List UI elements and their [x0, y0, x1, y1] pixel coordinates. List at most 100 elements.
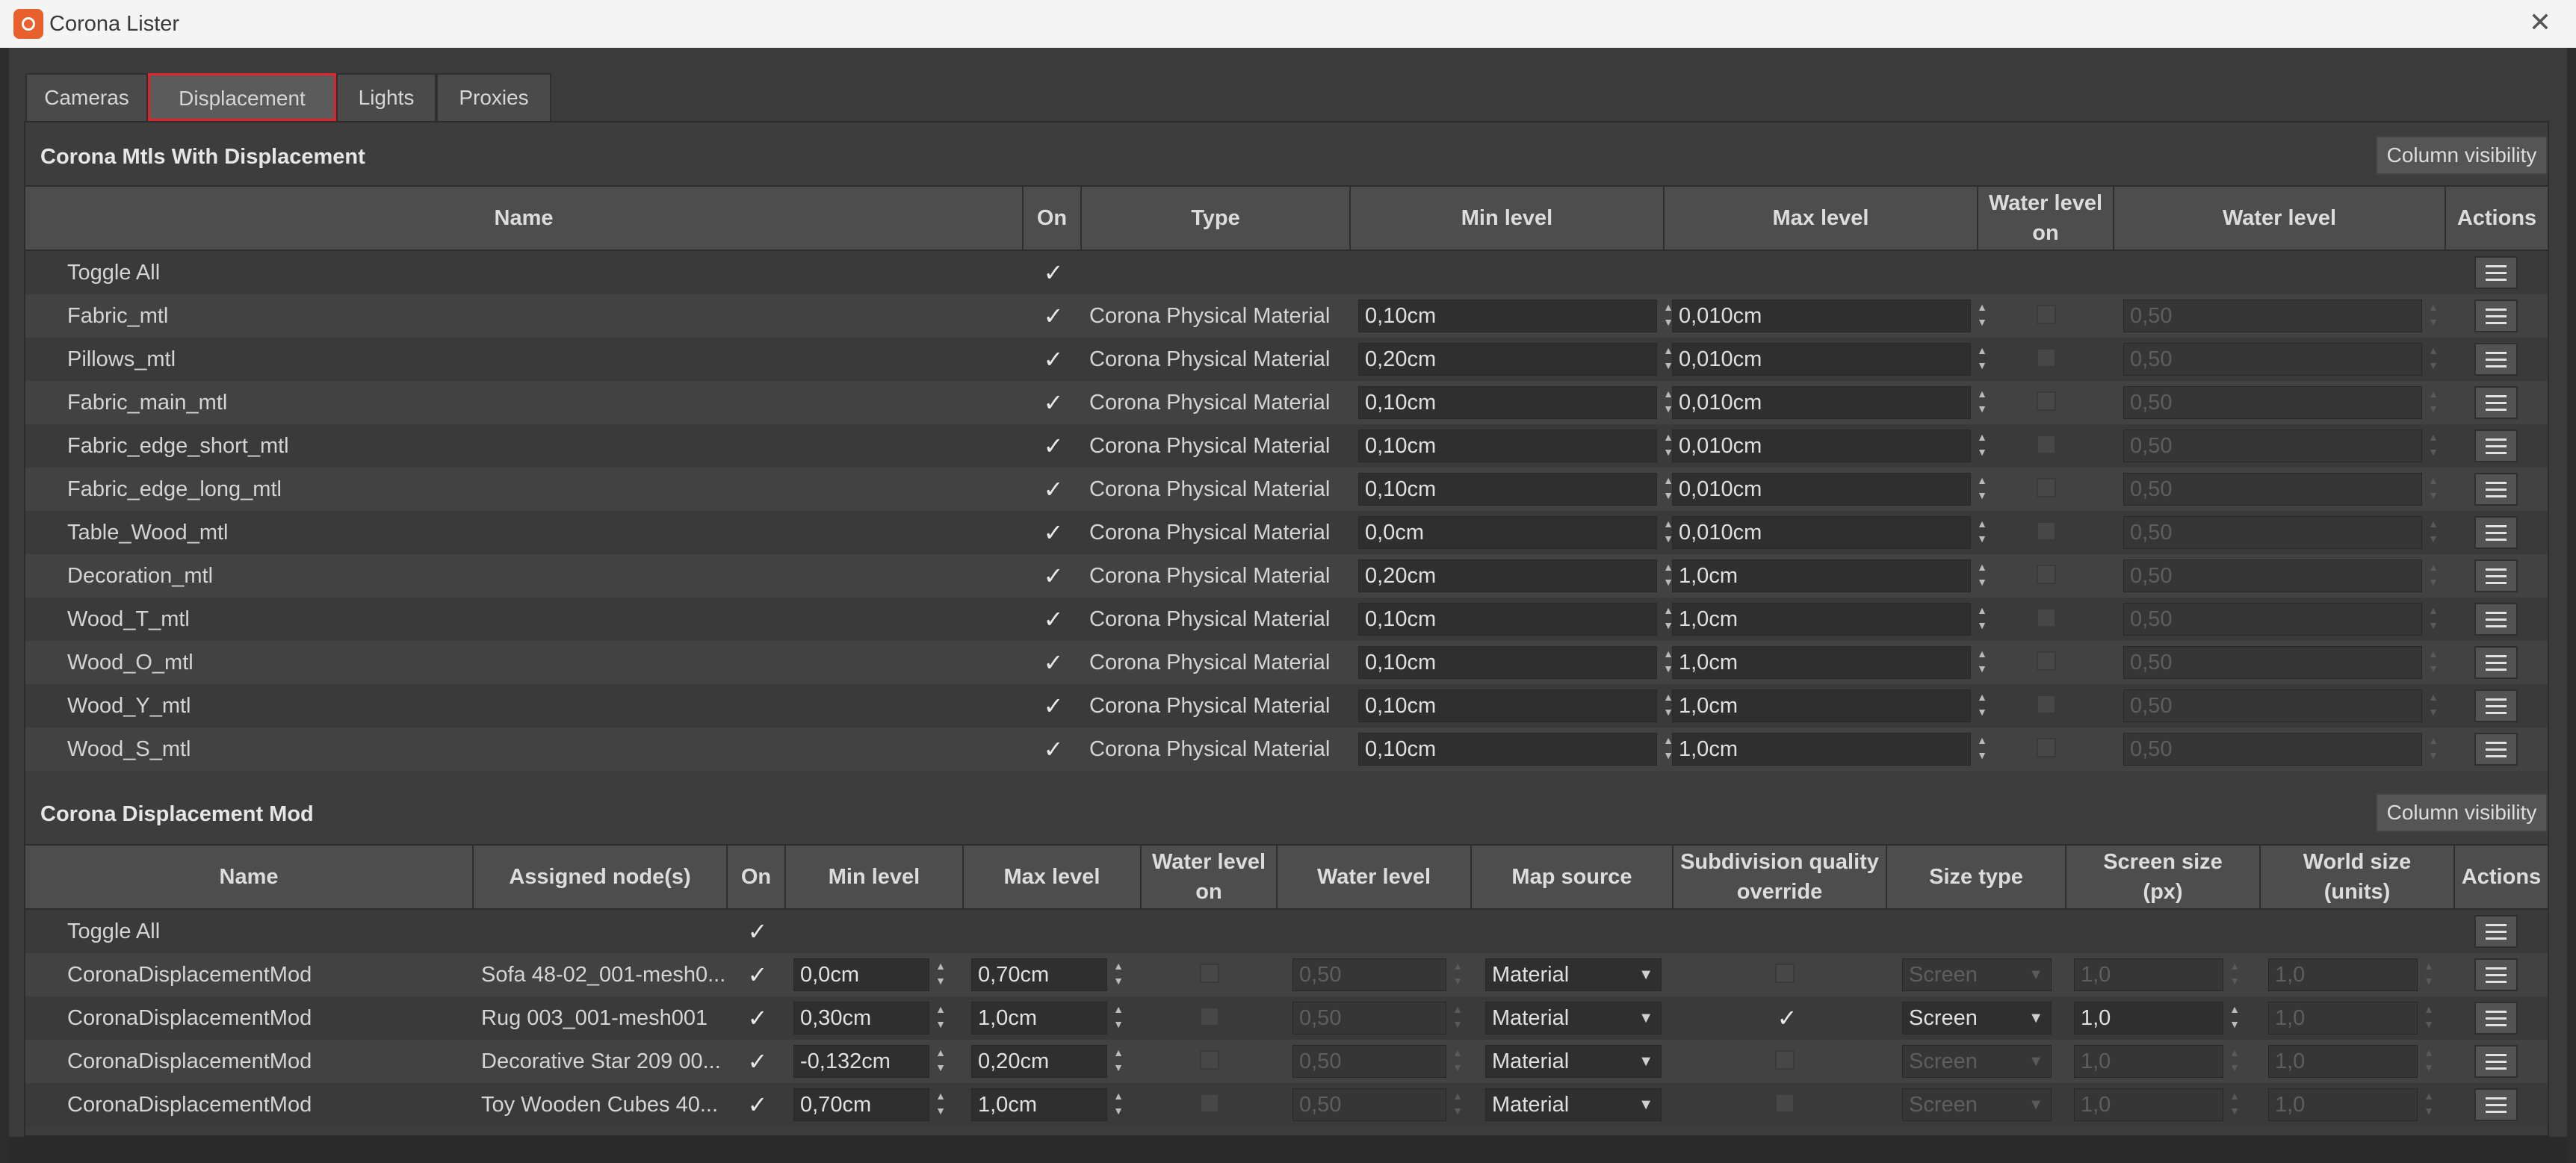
- map-source-select[interactable]: Material ▼: [1485, 1045, 1662, 1078]
- on-checkbox[interactable]: ✓: [1038, 684, 1068, 728]
- min-level-input[interactable]: 0,10cm: [1358, 646, 1657, 679]
- spinner-arrows-icon[interactable]: ▲ ▼: [1972, 429, 1992, 462]
- actions-menu-button[interactable]: [2474, 429, 2518, 462]
- spinner-arrows-icon[interactable]: ▲ ▼: [1109, 958, 1128, 991]
- max-level-input[interactable]: 1,0cm: [1672, 559, 1971, 592]
- close-icon[interactable]: ✕: [2524, 6, 2557, 39]
- max-level-input[interactable]: 1,0cm: [1672, 689, 1971, 722]
- actions-menu-button[interactable]: [2474, 473, 2518, 506]
- tab-lights[interactable]: Lights: [336, 73, 436, 121]
- table-row[interactable]: Fabric_edge_short_mtl ✓ Corona Physical Ma…: [25, 424, 2548, 468]
- toggle-all-checkbox[interactable]: ✓: [743, 910, 773, 953]
- header-assigned-nodes[interactable]: Assigned node(s): [474, 846, 728, 908]
- actions-menu-button[interactable]: [2474, 559, 2518, 592]
- actions-menu-button[interactable]: [2474, 915, 2518, 948]
- max-level-input[interactable]: 0,010cm: [1672, 473, 1971, 506]
- subdivision-override-checkbox[interactable]: ✓: [1772, 996, 1802, 1040]
- screen-size-input[interactable]: 1,0: [2074, 1002, 2223, 1035]
- table-row[interactable]: Fabric_edge_long_mtl ✓ Corona Physical Mat…: [25, 468, 2548, 511]
- spinner-arrows-icon[interactable]: ▲ ▼: [1972, 473, 1992, 506]
- on-checkbox[interactable]: ✓: [1038, 728, 1068, 771]
- on-checkbox[interactable]: ✓: [1038, 511, 1068, 554]
- header-min-level[interactable]: Min level: [786, 846, 964, 908]
- actions-menu-button[interactable]: [2474, 256, 2518, 289]
- subdivision-override-checkbox[interactable]: [1775, 964, 1795, 983]
- max-level-input[interactable]: 1,0cm: [971, 1088, 1107, 1121]
- on-checkbox[interactable]: ✓: [1038, 641, 1068, 684]
- column-visibility-button-mods[interactable]: Column visibility: [2376, 793, 2548, 832]
- header-actions[interactable]: Actions: [2446, 187, 2548, 249]
- on-checkbox[interactable]: ✓: [743, 996, 773, 1040]
- actions-menu-button[interactable]: [2474, 1002, 2518, 1035]
- table-row[interactable]: CoronaDisplacementMod Sofa 48-02_001-mesh…: [25, 953, 2548, 996]
- header-water-level-on[interactable]: Water level on: [1978, 187, 2114, 249]
- actions-menu-button[interactable]: [2474, 689, 2518, 722]
- header-on[interactable]: On: [1024, 187, 1082, 249]
- table-row[interactable]: Pillows_mtl ✓ Corona Physical Material 0,20…: [25, 338, 2548, 381]
- spinner-arrows-icon[interactable]: ▲ ▼: [1972, 603, 1992, 636]
- subdivision-override-checkbox[interactable]: [1775, 1050, 1795, 1070]
- on-checkbox[interactable]: ✓: [743, 953, 773, 996]
- spinner-arrows-icon[interactable]: ▲ ▼: [931, 958, 950, 991]
- min-level-input[interactable]: 0,10cm: [1358, 429, 1657, 462]
- min-level-input[interactable]: 0,10cm: [1358, 386, 1657, 419]
- on-checkbox[interactable]: ✓: [1038, 554, 1068, 598]
- spinner-arrows-icon[interactable]: ▲ ▼: [1972, 386, 1992, 419]
- header-min-level[interactable]: Min level: [1351, 187, 1665, 249]
- on-checkbox[interactable]: ✓: [1038, 598, 1068, 641]
- table-row[interactable]: Wood_Y_mtl ✓ Corona Physical Material 0,10c…: [25, 684, 2548, 728]
- min-level-input[interactable]: 0,0cm: [1358, 516, 1657, 549]
- spinner-arrows-icon[interactable]: ▲ ▼: [1972, 300, 1992, 332]
- max-level-input[interactable]: 0,20cm: [971, 1045, 1107, 1078]
- header-type[interactable]: Type: [1082, 187, 1351, 249]
- min-level-input[interactable]: -0,132cm: [793, 1045, 929, 1078]
- spinner-arrows-icon[interactable]: ▲ ▼: [931, 1088, 950, 1121]
- table-row[interactable]: CoronaDisplacementMod Decorative Star 209…: [25, 1040, 2548, 1083]
- table-row[interactable]: Fabric_mtl ✓ Corona Physical Material 0,10c…: [25, 294, 2548, 338]
- table-row[interactable]: Fabric_main_mtl ✓ Corona Physical Material…: [25, 381, 2548, 424]
- max-level-input[interactable]: 1,0cm: [1672, 603, 1971, 636]
- spinner-arrows-icon[interactable]: ▲ ▼: [1972, 733, 1992, 766]
- actions-menu-button[interactable]: [2474, 1088, 2518, 1121]
- spinner-arrows-icon[interactable]: ▲ ▼: [1972, 559, 1992, 592]
- header-water-level[interactable]: Water level: [2114, 187, 2446, 249]
- tab-proxies[interactable]: Proxies: [436, 73, 551, 121]
- on-checkbox[interactable]: ✓: [743, 1083, 773, 1126]
- min-level-input[interactable]: 0,10cm: [1358, 603, 1657, 636]
- map-source-select[interactable]: Material ▼: [1485, 958, 1662, 991]
- actions-menu-button[interactable]: [2474, 386, 2518, 419]
- header-max-level[interactable]: Max level: [1665, 187, 1978, 249]
- header-name[interactable]: Name: [25, 187, 1024, 249]
- actions-menu-button[interactable]: [2474, 958, 2518, 991]
- max-level-input[interactable]: 0,010cm: [1672, 343, 1971, 376]
- subdivision-override-checkbox[interactable]: [1775, 1094, 1795, 1113]
- header-on[interactable]: On: [728, 846, 786, 908]
- max-level-input[interactable]: 0,010cm: [1672, 300, 1971, 332]
- tab-cameras[interactable]: Cameras: [25, 73, 148, 121]
- map-source-select[interactable]: Material ▼: [1485, 1088, 1662, 1121]
- min-level-input[interactable]: 0,70cm: [793, 1088, 929, 1121]
- on-checkbox[interactable]: ✓: [1038, 424, 1068, 468]
- actions-menu-button[interactable]: [2474, 603, 2518, 636]
- header-map-source[interactable]: Map source: [1472, 846, 1674, 908]
- table-row[interactable]: CoronaDisplacementMod Toy Wooden Cubes 40…: [25, 1083, 2548, 1126]
- on-checkbox[interactable]: ✓: [1038, 381, 1068, 424]
- table-row[interactable]: Wood_S_mtl ✓ Corona Physical Material 0,10c…: [25, 728, 2548, 771]
- actions-menu-button[interactable]: [2474, 300, 2518, 332]
- header-world-size[interactable]: World size (units): [2261, 846, 2455, 908]
- min-level-input[interactable]: 0,10cm: [1358, 473, 1657, 506]
- map-source-select[interactable]: Material ▼: [1485, 1002, 1662, 1035]
- spinner-arrows-icon[interactable]: ▲ ▼: [1109, 1088, 1128, 1121]
- header-actions[interactable]: Actions: [2455, 846, 2548, 908]
- actions-menu-button[interactable]: [2474, 733, 2518, 766]
- actions-menu-button[interactable]: [2474, 516, 2518, 549]
- spinner-arrows-icon[interactable]: ▲ ▼: [2225, 1002, 2244, 1035]
- spinner-arrows-icon[interactable]: ▲ ▼: [931, 1045, 950, 1078]
- spinner-arrows-icon[interactable]: ▲ ▼: [931, 1002, 950, 1035]
- min-level-input[interactable]: 0,10cm: [1358, 689, 1657, 722]
- table-row[interactable]: Wood_T_mtl ✓ Corona Physical Material 0,10c…: [25, 598, 2548, 641]
- toggle-all-checkbox[interactable]: ✓: [1038, 251, 1068, 294]
- min-level-input[interactable]: 0,10cm: [1358, 733, 1657, 766]
- min-level-input[interactable]: 0,10cm: [1358, 300, 1657, 332]
- header-screen-size[interactable]: Screen size (px): [2066, 846, 2261, 908]
